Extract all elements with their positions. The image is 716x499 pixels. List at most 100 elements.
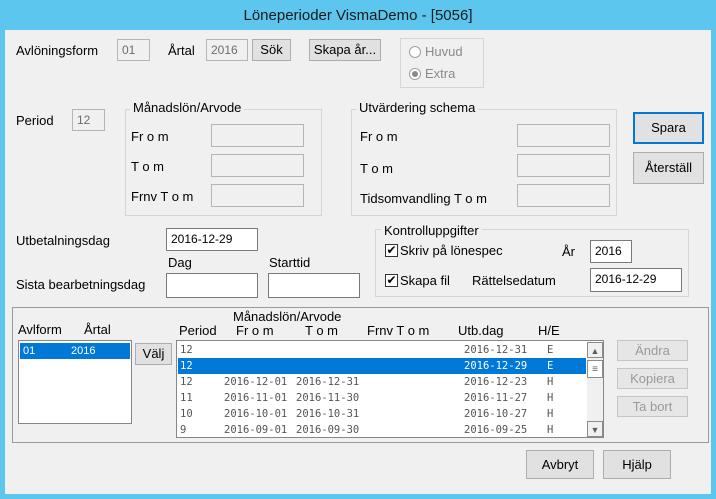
huvud-extra-group: Huvud Extra xyxy=(400,38,484,88)
cell-period: 12 xyxy=(180,376,193,388)
table-row[interactable]: 11 2016-11-01 2016-11-30 2016-11-27 H xyxy=(178,390,586,406)
manadslon-from-field xyxy=(211,124,304,147)
cell-period: 12 xyxy=(180,360,193,372)
cell-tom: 2016-09-30 xyxy=(296,424,360,436)
rattelsedatum-label: Rättelsedatum xyxy=(472,273,556,288)
col-period: Period xyxy=(179,323,217,338)
period-list[interactable]: 12 2016-12-31 E 12 2016-12-29 E 12 2016-12-01 20… xyxy=(176,340,604,438)
cell-utbdag: 2016-09-25 xyxy=(464,424,528,436)
utvardering-tom-field xyxy=(517,154,610,177)
cell-from: 2016-11-01 xyxy=(224,392,288,404)
checkmark-icon: ✔ xyxy=(386,273,397,287)
scrollbar[interactable]: ▲ ≡ ▼ xyxy=(587,342,603,437)
cell-period: 12 xyxy=(180,344,193,356)
dag-label: Dag xyxy=(168,255,192,270)
cell-he: H xyxy=(547,392,554,404)
list-item[interactable]: 01 2016 xyxy=(20,343,130,359)
avlform-header: Avlform xyxy=(18,322,62,337)
aterstall-button[interactable]: Återställ xyxy=(633,152,704,184)
manadslon-frnv-label: Frnv T o m xyxy=(131,189,194,204)
col-tom: T o m xyxy=(305,323,338,338)
chevron-down-icon[interactable]: ▼ xyxy=(587,421,603,437)
utbetalningsdag-field[interactable]: 2016-12-29 xyxy=(166,228,258,251)
cell-utbdag: 2016-10-27 xyxy=(464,408,528,420)
table-row[interactable]: 9 2016-09-01 2016-09-30 2016-09-25 H xyxy=(178,422,586,437)
manadslon-frnv-field xyxy=(211,184,304,207)
starttid-label: Starttid xyxy=(269,255,311,270)
period-field: 12 xyxy=(72,109,105,131)
kontroll-ar-field[interactable]: 2016 xyxy=(590,240,632,263)
kopiera-button[interactable]: Kopiera xyxy=(617,368,688,389)
huvud-radio[interactable] xyxy=(409,46,421,58)
chevron-up-icon[interactable]: ▲ xyxy=(587,342,603,358)
dialog-body: Avlöningsform 01 Årtal 2016 Sök Skapa år… xyxy=(5,30,711,494)
avloningsform-field: 01 xyxy=(117,39,150,61)
skriv-label: Skriv på lönespec xyxy=(400,243,503,258)
cell-from: 2016-10-01 xyxy=(224,408,288,420)
skapa-ar-button[interactable]: Skapa år... xyxy=(309,39,381,61)
cell-tom: 2016-11-30 xyxy=(296,392,360,404)
skriv-checkbox[interactable]: ✔ xyxy=(385,244,398,257)
rattelsedatum-field[interactable]: 2016-12-29 xyxy=(590,268,682,292)
kontroll-ar-label: År xyxy=(562,244,575,259)
window-title: Löneperioder VismaDemo - [5056] xyxy=(0,0,716,30)
cell-period: 10 xyxy=(180,408,193,420)
tidsomvandling-field xyxy=(517,184,610,207)
col-utbdag: Utb.dag xyxy=(458,323,504,338)
cell-period: 11 xyxy=(180,392,193,404)
table-row[interactable]: 12 2016-12-01 2016-12-31 2016-12-23 H xyxy=(178,374,586,390)
cell-utbdag: 2016-12-23 xyxy=(464,376,528,388)
table-row[interactable]: 10 2016-10-01 2016-10-31 2016-10-27 H xyxy=(178,406,586,422)
period-label: Period xyxy=(16,113,54,128)
cell-from: 2016-09-01 xyxy=(224,424,288,436)
table-row[interactable]: 12 2016-12-29 E xyxy=(178,358,586,374)
manadslon-title: Månadslön/Arvode xyxy=(130,100,245,115)
cell-utbdag: 2016-11-27 xyxy=(464,392,528,404)
manadslon-tom-label: T o m xyxy=(131,159,164,174)
table-row[interactable]: 12 2016-12-31 E xyxy=(178,342,586,358)
manadslon-tom-field xyxy=(211,154,304,177)
skapa-fil-checkbox[interactable]: ✔ xyxy=(385,274,398,287)
tidsomvandling-label: Tidsomvandling T o m xyxy=(360,191,487,206)
cell-he: H xyxy=(547,408,554,420)
checkmark-icon: ✔ xyxy=(386,243,397,257)
utvardering-from-field xyxy=(517,124,610,147)
scroll-thumb[interactable]: ≡ xyxy=(587,360,603,378)
hjalp-button[interactable]: Hjälp xyxy=(603,450,671,479)
utvardering-title: Utvärdering schema xyxy=(356,100,479,115)
artal-label: Årtal xyxy=(168,43,195,58)
starttid-field[interactable] xyxy=(268,273,360,298)
huvud-label: Huvud xyxy=(425,44,463,59)
valj-button[interactable]: Välj xyxy=(135,343,172,365)
andra-button[interactable]: Ändra xyxy=(617,340,688,361)
col-frnv: Frnv T o m xyxy=(367,323,430,338)
cell-he: E xyxy=(547,360,554,372)
cell-tom: 2016-10-31 xyxy=(296,408,360,420)
cell-he: E xyxy=(547,344,554,356)
extra-label: Extra xyxy=(425,66,456,81)
manadslon-from-label: Fr o m xyxy=(131,129,169,144)
avbryt-button[interactable]: Avbryt xyxy=(526,450,594,479)
utbetalningsdag-label: Utbetalningsdag xyxy=(16,233,110,248)
avloningsform-label: Avlöningsform xyxy=(16,43,99,58)
ta-bort-button[interactable]: Ta bort xyxy=(617,396,688,417)
extra-radio[interactable] xyxy=(409,68,421,80)
kontrolluppgifter-title: Kontrolluppgifter xyxy=(381,223,482,238)
utvardering-from-label: Fr o m xyxy=(360,129,398,144)
artal-header: Årtal xyxy=(84,322,111,337)
cell-he: H xyxy=(547,376,554,388)
skapa-fil-label: Skapa fil xyxy=(400,273,450,288)
cell-period: 9 xyxy=(180,424,187,436)
spara-button[interactable]: Spara xyxy=(633,112,704,144)
sista-dag-field[interactable] xyxy=(166,273,258,298)
cell-he: H xyxy=(547,424,554,436)
col-from: Fr o m xyxy=(236,323,274,338)
avlform-list[interactable]: 01 2016 xyxy=(18,340,132,424)
cell-utbdag: 2016-12-31 xyxy=(464,344,528,356)
utvardering-tom-label: T o m xyxy=(360,161,393,176)
artal-field: 2016 xyxy=(206,39,248,61)
col-he: H/E xyxy=(538,323,560,338)
cell-tom: 2016-12-31 xyxy=(296,376,360,388)
cell-from: 2016-12-01 xyxy=(224,376,288,388)
sok-button[interactable]: Sök xyxy=(252,39,291,61)
